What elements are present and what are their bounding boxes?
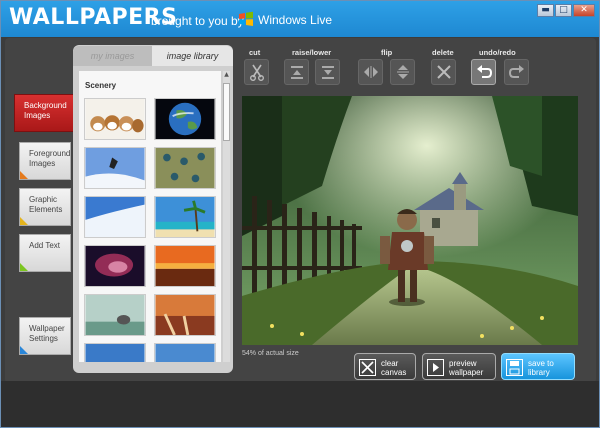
- thumbnail-waterfall-sunset[interactable]: [154, 294, 216, 336]
- title-bar: WALLPAPERS brought to you by Windows Liv…: [1, 1, 599, 37]
- category-add-text[interactable]: Add Text: [19, 234, 71, 272]
- undo-button[interactable]: [471, 59, 496, 85]
- thumbnail-tropical-beach[interactable]: [154, 196, 216, 238]
- footer-bar: [1, 381, 599, 427]
- cut-icon: [250, 64, 264, 81]
- maximize-button[interactable]: □: [555, 4, 572, 17]
- category-label: Add Text: [29, 241, 60, 250]
- clear-icon: [359, 359, 376, 376]
- delete-icon: [437, 65, 451, 79]
- toolbar-label-raise-lower: raise/lower: [292, 48, 332, 57]
- preview-wallpaper-label: preview wallpaper: [449, 359, 484, 377]
- thumbnail-elephant-river[interactable]: [84, 294, 146, 336]
- thumbnail-nebula[interactable]: [84, 245, 146, 287]
- windows-logo-icon: [239, 11, 253, 26]
- tab-image-library[interactable]: image library: [152, 46, 233, 66]
- thumbnail-puppies[interactable]: [84, 98, 146, 140]
- redo-icon: [508, 65, 524, 78]
- flip-vertical-icon: [397, 65, 409, 79]
- lower-button[interactable]: [315, 59, 340, 85]
- undo-icon: [477, 65, 493, 78]
- app-window: WALLPAPERS brought to you by Windows Liv…: [0, 0, 600, 428]
- category-label: Background Images: [24, 101, 67, 120]
- toolbar-label-undo-redo: undo/redo: [479, 48, 516, 57]
- brand-name: Windows Live: [258, 13, 333, 27]
- category-foreground-images[interactable]: Foreground Images: [19, 142, 71, 180]
- category-label: Wallpaper Settings: [29, 324, 65, 343]
- clear-canvas-button[interactable]: clear canvas: [354, 353, 416, 380]
- raise-button[interactable]: [284, 59, 309, 85]
- flip-vertical-button[interactable]: [390, 59, 415, 85]
- thumbnail-sunset-lake[interactable]: [154, 245, 216, 287]
- toolbar-label-flip: flip: [381, 48, 393, 57]
- category-graphic-elements[interactable]: Graphic Elements: [19, 188, 71, 226]
- thumbnail-sky[interactable]: [154, 343, 216, 362]
- thumbnail-snowboarder[interactable]: [84, 147, 146, 189]
- section-heading: Scenery: [85, 81, 117, 90]
- flip-horizontal-button[interactable]: [358, 59, 383, 85]
- minimize-button[interactable]: ▬: [537, 4, 554, 17]
- flip-horizontal-icon: [364, 66, 378, 78]
- thumbnail-peacock-feathers[interactable]: [154, 147, 216, 189]
- clear-canvas-label: clear canvas: [381, 359, 407, 377]
- thumbnail-sky[interactable]: [84, 343, 146, 362]
- category-background-images[interactable]: Background Images: [14, 94, 77, 132]
- save-to-library-label: save to library: [528, 359, 554, 377]
- save-to-library-button[interactable]: save to library: [501, 353, 575, 380]
- cut-button[interactable]: [244, 59, 269, 85]
- toolbar-label-cut: cut: [249, 48, 261, 57]
- window-controls: ▬ □ ✕: [536, 4, 595, 17]
- redo-button[interactable]: [504, 59, 529, 85]
- scroll-up-icon[interactable]: ▲: [223, 71, 230, 80]
- thumbnail-list: Scenery: [79, 71, 221, 362]
- lower-icon: [322, 66, 334, 79]
- preview-wallpaper-button[interactable]: preview wallpaper: [422, 353, 496, 380]
- thumbnail-snowy-slope[interactable]: [84, 196, 146, 238]
- raise-icon: [291, 66, 303, 79]
- toolbar-label-delete: delete: [432, 48, 454, 57]
- save-disk-icon: [506, 359, 523, 376]
- category-wallpaper-settings[interactable]: Wallpaper Settings: [19, 317, 71, 355]
- zoom-readout: 54% of actual size: [242, 350, 299, 357]
- delete-button[interactable]: [431, 59, 456, 85]
- thumbnail-earth[interactable]: [154, 98, 216, 140]
- scrollbar-thumb[interactable]: [223, 83, 230, 141]
- wallpaper-canvas[interactable]: [242, 96, 578, 345]
- category-label: Foreground Images: [29, 149, 71, 168]
- category-label: Graphic Elements: [29, 195, 63, 214]
- tab-my-images[interactable]: my images: [73, 46, 152, 66]
- close-button[interactable]: ✕: [573, 4, 595, 17]
- preview-icon: [427, 359, 444, 376]
- image-library-panel: my images image library Scenery ▲: [73, 45, 233, 373]
- app-subtitle: brought to you by: [151, 14, 244, 28]
